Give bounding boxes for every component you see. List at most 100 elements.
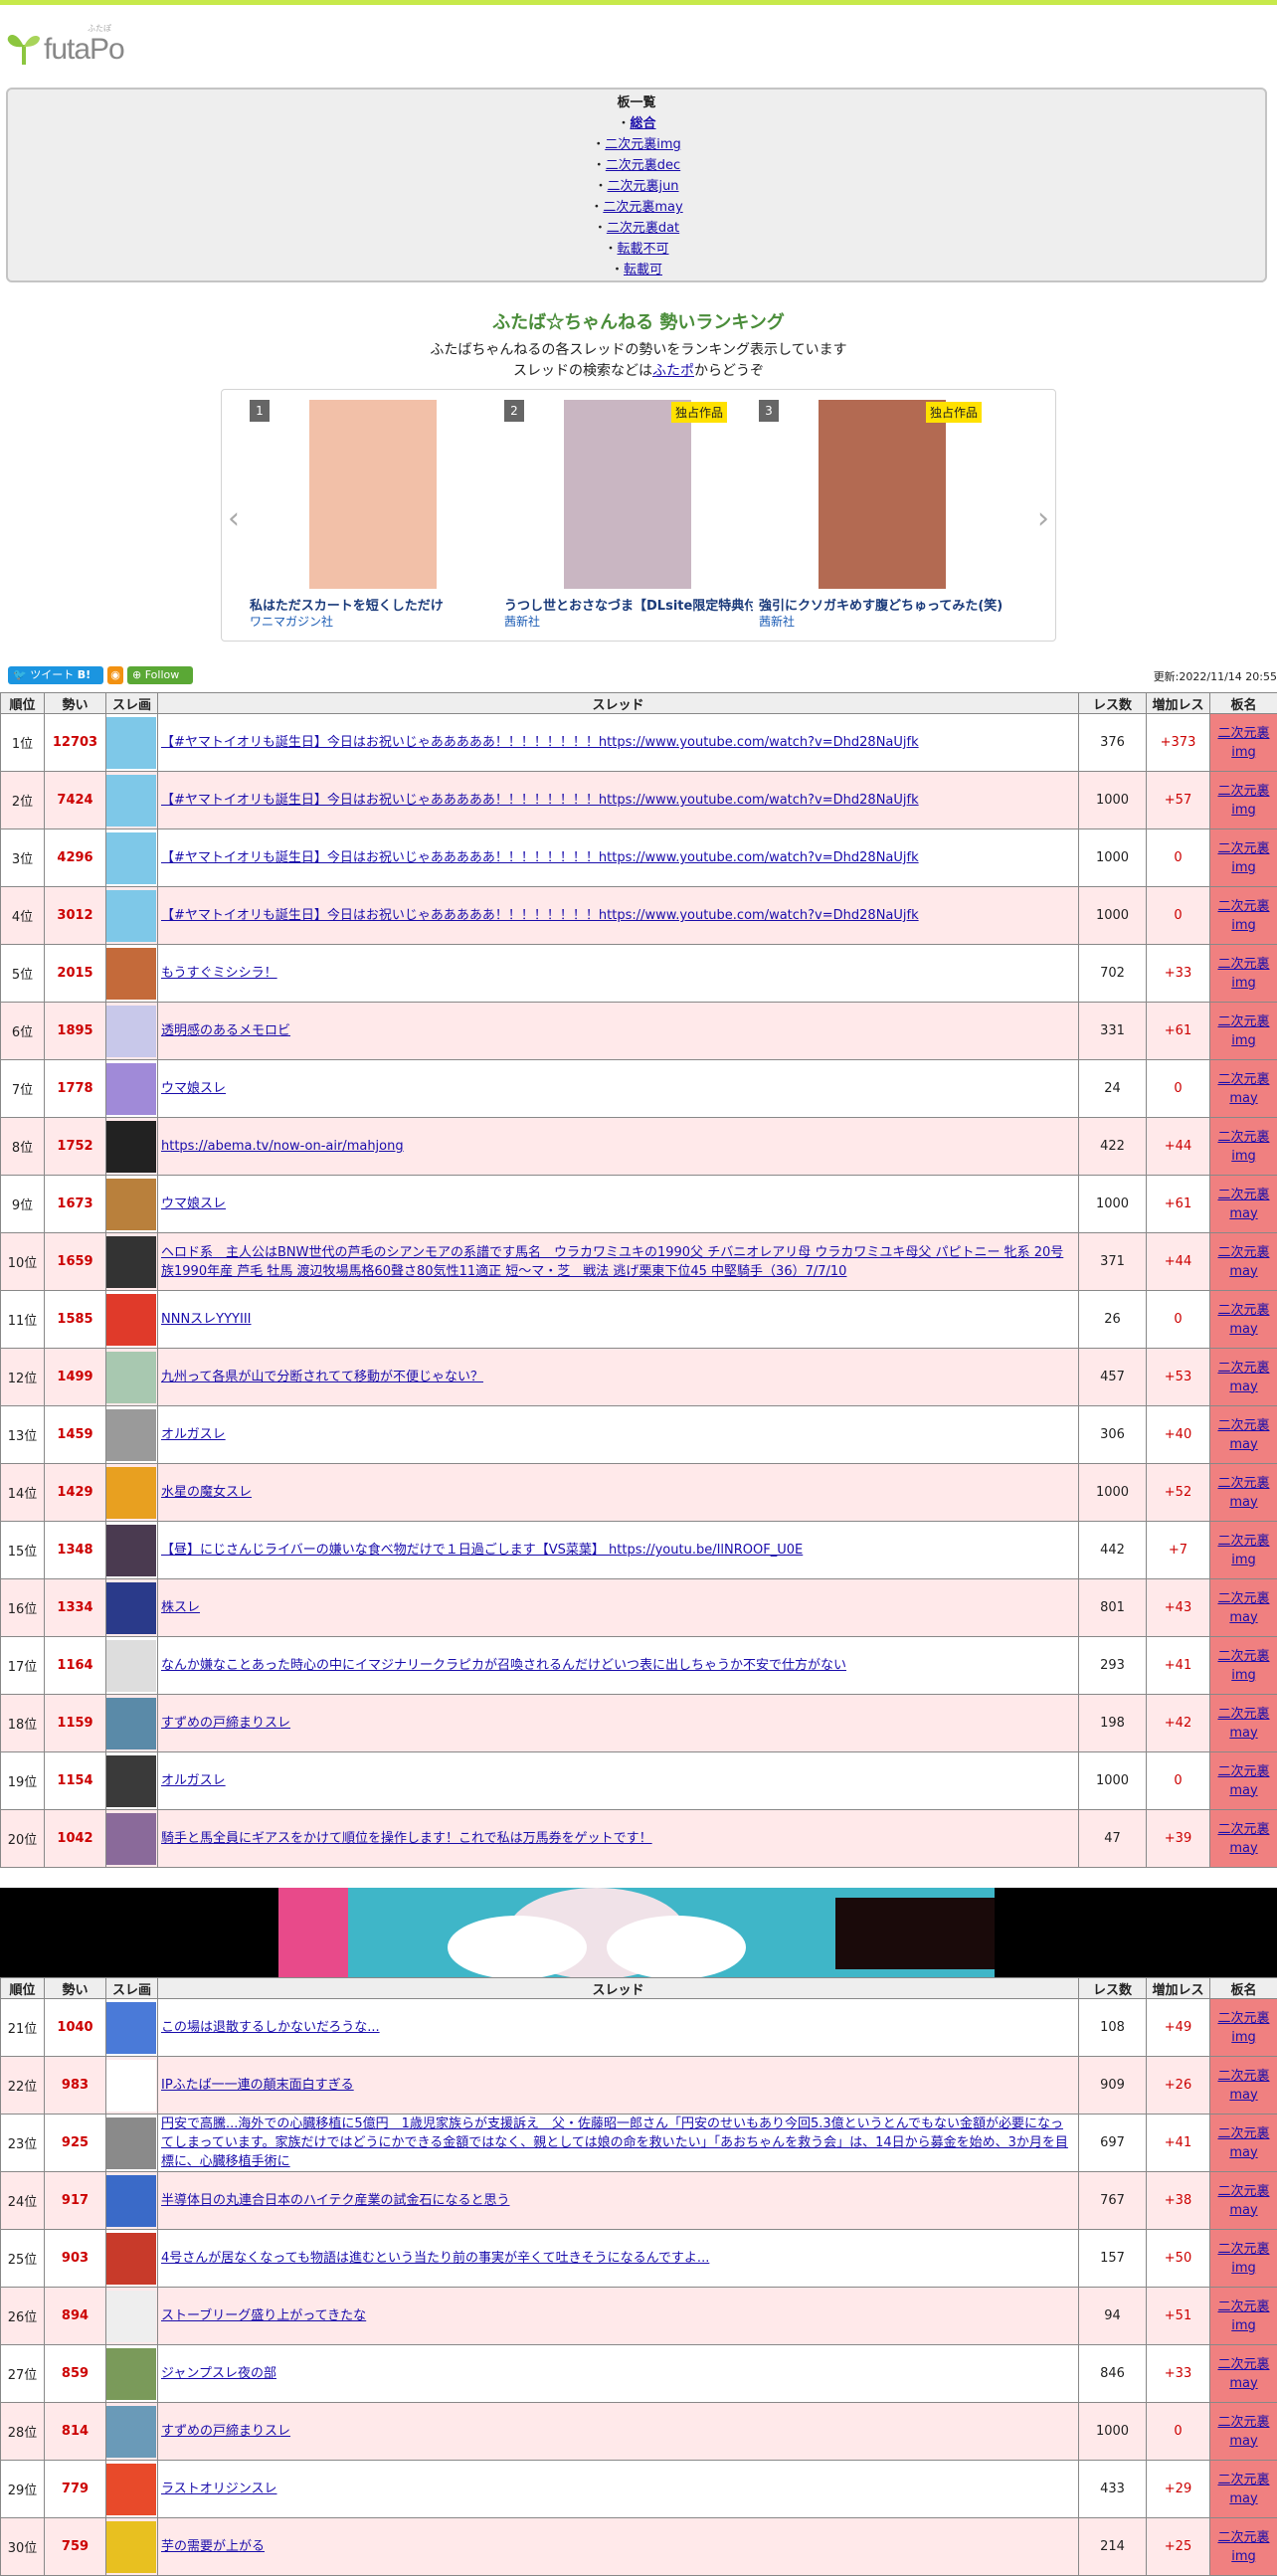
thread-link[interactable]: なんか嫌なことあった時心の中にイマジナリークラピカが召喚されるんだけどいつ表に出… xyxy=(161,1658,846,1673)
board-name-link[interactable]: 二次元裏img xyxy=(1217,2530,1269,2564)
board-name-link[interactable]: 二次元裏may xyxy=(1217,1072,1269,1106)
thread-link[interactable]: ウマ娘スレ xyxy=(161,1196,226,1211)
thread-link[interactable]: ヘロド系 主人公はBNW世代の芦毛のシアンモアの系譜です馬名 ウラカワミユキの1… xyxy=(161,1245,1063,1279)
board-name-link[interactable]: 二次元裏img xyxy=(1217,2242,1269,2276)
board-name-link[interactable]: 二次元裏may xyxy=(1217,1245,1269,1279)
board-name-link[interactable]: 二次元裏may xyxy=(1217,2184,1269,2218)
thread-link[interactable]: 【#ヤマトイオリも誕生日】今日はお祝いじゃあああああ！！！！！！！！https:… xyxy=(161,908,919,923)
board-link[interactable]: 二次元裏dat xyxy=(607,221,679,236)
carousel-cover-image[interactable] xyxy=(819,400,946,589)
board-name-link[interactable]: 二次元裏img xyxy=(1217,841,1269,875)
thread-thumbnail[interactable] xyxy=(106,1294,156,1346)
thread-thumbnail[interactable] xyxy=(106,2291,156,2342)
board-name-link[interactable]: 二次元裏may xyxy=(1217,1822,1269,1856)
carousel-item-title[interactable]: 強引にクソガキめす腹どちゅってみた(笑) xyxy=(759,595,1007,614)
board-link[interactable]: 総合 xyxy=(631,116,656,131)
board-name-link[interactable]: 二次元裏may xyxy=(1217,2473,1269,2506)
ad-banner[interactable] xyxy=(0,1888,1277,1979)
thread-link[interactable]: ラストオリジンスレ xyxy=(161,2482,276,2496)
carousel-item-publisher[interactable]: 茜新社 xyxy=(504,613,540,630)
thread-thumbnail[interactable] xyxy=(106,2060,156,2112)
carousel-item-title[interactable]: 私はただスカートを短くしただけ xyxy=(250,595,498,614)
thread-thumbnail[interactable] xyxy=(106,832,156,884)
board-link[interactable]: 二次元裏jun xyxy=(607,179,678,194)
board-name-link[interactable]: 二次元裏may xyxy=(1217,1418,1269,1452)
board-name-link[interactable]: 二次元裏img xyxy=(1217,2011,1269,2045)
thread-link[interactable]: この場は退散するしかないだろうな... xyxy=(161,2020,380,2035)
board-name-link[interactable]: 二次元裏may xyxy=(1217,2415,1269,2449)
thread-link[interactable]: ウマ娘スレ xyxy=(161,1081,226,1096)
board-name-link[interactable]: 二次元裏img xyxy=(1217,726,1269,760)
board-name-link[interactable]: 二次元裏img xyxy=(1217,899,1269,933)
carousel-item[interactable]: 2独占作品うつし世とおさなづま【DLsite限定特典付茜新社 xyxy=(504,400,743,639)
thread-thumbnail[interactable] xyxy=(106,2233,156,2285)
thread-thumbnail[interactable] xyxy=(106,775,156,827)
thread-thumbnail[interactable] xyxy=(106,2117,156,2169)
board-name-link[interactable]: 二次元裏may xyxy=(1217,2357,1269,2391)
board-link[interactable]: 転載可 xyxy=(624,263,662,277)
thread-link[interactable]: 株スレ xyxy=(161,1600,200,1615)
futapo-link[interactable]: ふたポ xyxy=(652,363,694,379)
thread-link[interactable]: ジャンプスレ夜の部 xyxy=(161,2366,276,2381)
board-link[interactable]: 転載不可 xyxy=(618,242,669,257)
thread-thumbnail[interactable] xyxy=(106,1640,156,1692)
thread-thumbnail[interactable] xyxy=(106,1236,156,1288)
board-name-link[interactable]: 二次元裏img xyxy=(1217,1014,1269,1048)
thread-thumbnail[interactable] xyxy=(106,2002,156,2054)
thread-link[interactable]: 【#ヤマトイオリも誕生日】今日はお祝いじゃあああああ！！！！！！！！https:… xyxy=(161,850,919,865)
board-name-link[interactable]: 二次元裏may xyxy=(1217,1764,1269,1798)
thread-thumbnail[interactable] xyxy=(106,1179,156,1230)
board-link[interactable]: 二次元裏may xyxy=(603,200,682,215)
board-name-link[interactable]: 二次元裏may xyxy=(1217,1188,1269,1221)
thread-thumbnail[interactable] xyxy=(106,1467,156,1519)
thread-thumbnail[interactable] xyxy=(106,1006,156,1057)
board-link[interactable]: 二次元裏img xyxy=(605,137,681,152)
thread-thumbnail[interactable] xyxy=(106,1352,156,1403)
thread-link[interactable]: 円安で高騰...海外での心臓移植に5億円 1歳児家族らが支援訴え 父・佐藤昭一郎… xyxy=(161,2116,1068,2169)
thread-thumbnail[interactable] xyxy=(106,1121,156,1173)
carousel-prev-icon[interactable]: ‹ xyxy=(228,501,240,536)
thread-thumbnail[interactable] xyxy=(106,1063,156,1115)
thread-link[interactable]: 芋の需要が上がる xyxy=(161,2539,265,2554)
thread-link[interactable]: すずめの戸締まりスレ xyxy=(161,2424,290,2439)
thread-link[interactable]: https://abema.tv/now-on-air/mahjong xyxy=(161,1139,404,1154)
carousel-item-publisher[interactable]: 茜新社 xyxy=(759,613,795,630)
follow-button[interactable]: ⊕ Follow xyxy=(127,666,193,684)
board-name-link[interactable]: 二次元裏may xyxy=(1217,1361,1269,1394)
thread-thumbnail[interactable] xyxy=(106,1698,156,1749)
board-name-link[interactable]: 二次元裏img xyxy=(1217,2300,1269,2333)
board-name-link[interactable]: 二次元裏may xyxy=(1217,1707,1269,1741)
tweet-button[interactable]: 🐦 ツイート B! xyxy=(8,666,103,684)
thread-link[interactable]: 半導体日の丸連合日本のハイテク産業の試金石になると思う xyxy=(161,2193,509,2208)
thread-thumbnail[interactable] xyxy=(106,1525,156,1576)
thread-link[interactable]: もうすぐミシシラ！ xyxy=(161,966,277,981)
board-name-link[interactable]: 二次元裏may xyxy=(1217,2126,1269,2160)
thread-thumbnail[interactable] xyxy=(106,2521,156,2573)
board-link[interactable]: 二次元裏dec xyxy=(606,158,680,173)
thread-link[interactable]: 【昼】にじさんじライバーの嫌いな食べ物だけで１日過ごします【VS菜葉】 http… xyxy=(161,1543,803,1558)
carousel-item-title[interactable]: うつし世とおさなづま【DLsite限定特典付 xyxy=(504,595,753,614)
thread-thumbnail[interactable] xyxy=(106,948,156,1000)
carousel-item[interactable]: 3独占作品強引にクソガキめす腹どちゅってみた(笑)茜新社 xyxy=(759,400,998,639)
thread-link[interactable]: 九州って各県が山で分断されてて移動が不便じゃない？ xyxy=(161,1370,483,1384)
thread-thumbnail[interactable] xyxy=(106,2464,156,2515)
board-name-link[interactable]: 二次元裏may xyxy=(1217,1591,1269,1625)
carousel-cover-image[interactable] xyxy=(564,400,691,589)
thread-link[interactable]: すずめの戸締まりスレ xyxy=(161,1716,290,1731)
thread-thumbnail[interactable] xyxy=(106,1582,156,1634)
board-name-link[interactable]: 二次元裏may xyxy=(1217,1476,1269,1510)
thread-link[interactable]: NNNスレYYYIII xyxy=(161,1312,252,1327)
thread-link[interactable]: 水星の魔女スレ xyxy=(161,1485,252,1500)
thread-link[interactable]: 【#ヤマトイオリも誕生日】今日はお祝いじゃあああああ！！！！！！！！https:… xyxy=(161,793,919,808)
carousel-next-icon[interactable]: › xyxy=(1037,501,1049,536)
board-name-link[interactable]: 二次元裏img xyxy=(1217,1130,1269,1164)
board-name-link[interactable]: 二次元裏img xyxy=(1217,784,1269,818)
board-name-link[interactable]: 二次元裏img xyxy=(1217,957,1269,991)
thread-thumbnail[interactable] xyxy=(106,1755,156,1807)
thread-thumbnail[interactable] xyxy=(106,2406,156,2458)
carousel-cover-image[interactable] xyxy=(309,400,437,589)
thread-thumbnail[interactable] xyxy=(106,2175,156,2227)
thread-link[interactable]: ストーブリーグ盛り上がってきたな xyxy=(161,2308,366,2323)
carousel-item[interactable]: 1私はただスカートを短くしただけワニマガジン社 xyxy=(250,400,488,639)
thread-link[interactable]: 4号さんが居なくなっても物語は進むという当たり前の事実が辛くて吐きそうになるんで… xyxy=(161,2251,709,2266)
